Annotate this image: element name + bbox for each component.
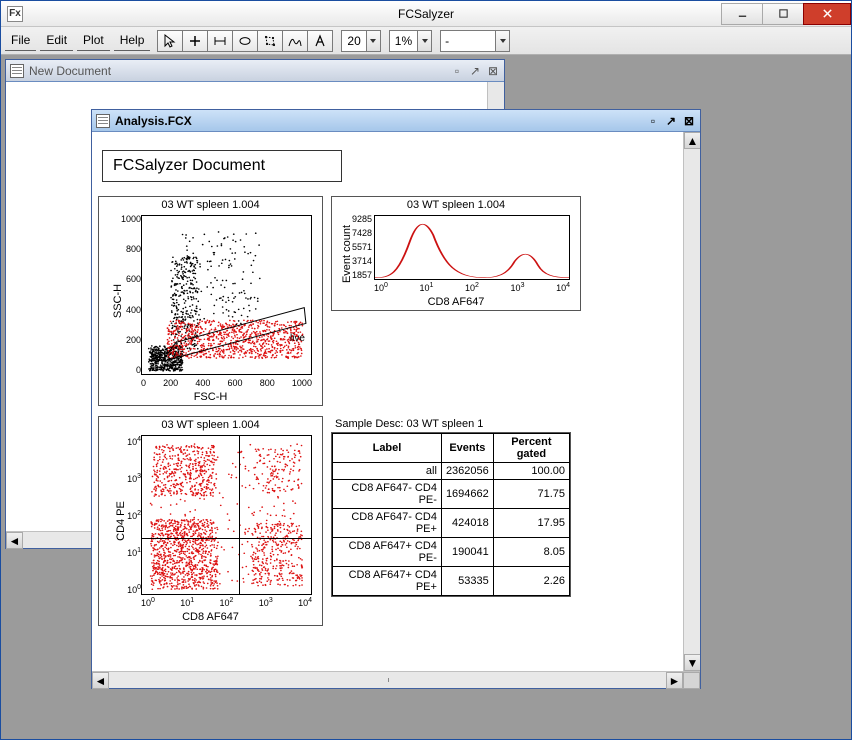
- analysis-canvas[interactable]: FCSalyzer Document 03 WT spleen 1.004 SS…: [92, 132, 683, 671]
- col-events: Events: [441, 434, 493, 463]
- document-icon: [10, 64, 24, 78]
- compensation-value: -: [441, 31, 495, 51]
- table-row[interactable]: all2362056100.00: [333, 463, 570, 480]
- plot-area: [374, 215, 570, 280]
- col-label: Label: [333, 434, 442, 463]
- plot-area: live: [141, 215, 312, 375]
- tool-range-gate-button[interactable]: [207, 30, 233, 52]
- axis-y-ticks: 92857428557137141857: [344, 215, 372, 280]
- tool-text-button[interactable]: [307, 30, 333, 52]
- table-row[interactable]: CD8 AF647- CD4 PE-169466271.75: [333, 480, 570, 509]
- child-maximize-icon[interactable]: ↗: [664, 114, 678, 128]
- plot-title: 03 WT spleen 1.004: [99, 417, 322, 431]
- scroll-sizegrip[interactable]: [683, 672, 700, 689]
- titlebar: Fx FCSalyzer: [1, 1, 851, 27]
- scroll-up-icon[interactable]: ▲: [684, 132, 700, 149]
- app-window: Fx FCSalyzer File Edit Plot Help: [0, 0, 852, 740]
- window-new-document-titlebar[interactable]: New Document ▫ ↗ ⊠: [6, 60, 504, 82]
- window-analysis[interactable]: Analysis.FCX ▫ ↗ ⊠ FCSalyzer Document 03…: [91, 109, 701, 689]
- scrollbar-vertical[interactable]: ▲ ▼: [683, 132, 700, 671]
- menu-help[interactable]: Help: [114, 30, 151, 51]
- child-close-icon[interactable]: ⊠: [486, 64, 500, 78]
- histogram-svg: [375, 216, 569, 279]
- axis-y-ticks: 104103102101100: [116, 435, 141, 595]
- gate-label: live: [290, 333, 305, 344]
- axis-x-ticks: 100101102103104: [141, 596, 312, 608]
- plot-area: [141, 435, 312, 595]
- axis-y-ticks: 10008006004002000: [116, 215, 141, 375]
- axis-x-label: CD8 AF647: [332, 296, 580, 308]
- stats-caption: Sample Desc: 03 WT spleen 1: [331, 416, 571, 432]
- tool-ellipse-gate-button[interactable]: [232, 30, 258, 52]
- axis-x-ticks: 100101102103104: [374, 281, 570, 293]
- scatter-svg: [142, 216, 311, 374]
- plot-histogram[interactable]: 03 WT spleen 1.004 Event count CD8 AF647…: [331, 196, 581, 311]
- quadrant-line-horizontal[interactable]: [141, 538, 312, 539]
- window-maximize-button[interactable]: [762, 3, 804, 25]
- child-close-icon[interactable]: ⊠: [682, 114, 696, 128]
- axis-x-ticks: 02004006008001000: [141, 379, 312, 388]
- font-size-value: 20: [342, 34, 365, 48]
- scroll-left-icon[interactable]: ◄: [6, 532, 23, 549]
- tool-add-plot-button[interactable]: [182, 30, 208, 52]
- stats-table: Label Events Percent gated all2362056100…: [332, 433, 570, 596]
- compensation-dropdown-icon[interactable]: [495, 31, 509, 51]
- menu-file[interactable]: File: [5, 30, 36, 51]
- table-row[interactable]: CD8 AF647- CD4 PE+42401817.95: [333, 509, 570, 538]
- window-new-document-title: New Document: [29, 64, 111, 78]
- scroll-left-icon[interactable]: ◄: [92, 672, 109, 689]
- stats-table-panel[interactable]: Label Events Percent gated all2362056100…: [331, 432, 571, 597]
- percent-field[interactable]: 1%: [389, 30, 432, 52]
- percent-dropdown-icon[interactable]: [417, 31, 431, 51]
- table-row[interactable]: CD8 AF647+ CD4 PE-1900418.05: [333, 538, 570, 567]
- window-minimize-button[interactable]: [721, 3, 763, 25]
- table-row[interactable]: CD8 AF647+ CD4 PE+533352.26: [333, 567, 570, 596]
- menu-plot[interactable]: Plot: [77, 30, 110, 51]
- child-iconify-icon[interactable]: ▫: [646, 114, 660, 128]
- document-title-box[interactable]: FCSalyzer Document: [102, 150, 342, 182]
- window-analysis-title: Analysis.FCX: [115, 114, 192, 128]
- scroll-down-icon[interactable]: ▼: [684, 654, 700, 671]
- gate-polygon[interactable]: [162, 308, 306, 362]
- plot-title: 03 WT spleen 1.004: [99, 197, 322, 211]
- compensation-field[interactable]: -: [440, 30, 510, 52]
- window-analysis-titlebar[interactable]: Analysis.FCX ▫ ↗ ⊠: [92, 110, 700, 132]
- quadrant-line-vertical[interactable]: [239, 435, 240, 595]
- col-percent: Percent gated: [493, 434, 569, 463]
- plot-fsc-ssc[interactable]: 03 WT spleen 1.004 SSC-H FSC-H 100080060…: [98, 196, 323, 406]
- axis-x-label: CD8 AF647: [99, 611, 322, 623]
- menubar: File Edit Plot Help: [1, 27, 851, 55]
- menu-edit[interactable]: Edit: [40, 30, 73, 51]
- child-iconify-icon[interactable]: ▫: [450, 64, 464, 78]
- plot-cd4-cd8[interactable]: 03 WT spleen 1.004 CD4 PE CD8 AF647 1041…: [98, 416, 323, 626]
- scatter-svg: [142, 436, 311, 594]
- tool-pointer-button[interactable]: [157, 30, 183, 52]
- app-icon: Fx: [7, 6, 23, 22]
- child-maximize-icon[interactable]: ↗: [468, 64, 482, 78]
- tool-histogram-button[interactable]: [282, 30, 308, 52]
- font-size-dropdown-icon[interactable]: [366, 31, 380, 51]
- font-size-field[interactable]: 20: [341, 30, 380, 52]
- percent-value: 1%: [390, 34, 417, 48]
- window-close-button[interactable]: [803, 3, 851, 25]
- plot-title: 03 WT spleen 1.004: [332, 197, 580, 211]
- mdi-area: New Document ▫ ↗ ⊠ ◄ ► Analysis.FC: [1, 55, 851, 739]
- tool-polygon-gate-button[interactable]: [257, 30, 283, 52]
- scrollbar-horizontal[interactable]: ◄ ►: [92, 671, 700, 688]
- scroll-right-icon[interactable]: ►: [666, 672, 683, 689]
- document-icon: [96, 114, 110, 128]
- axis-x-label: FSC-H: [99, 391, 322, 403]
